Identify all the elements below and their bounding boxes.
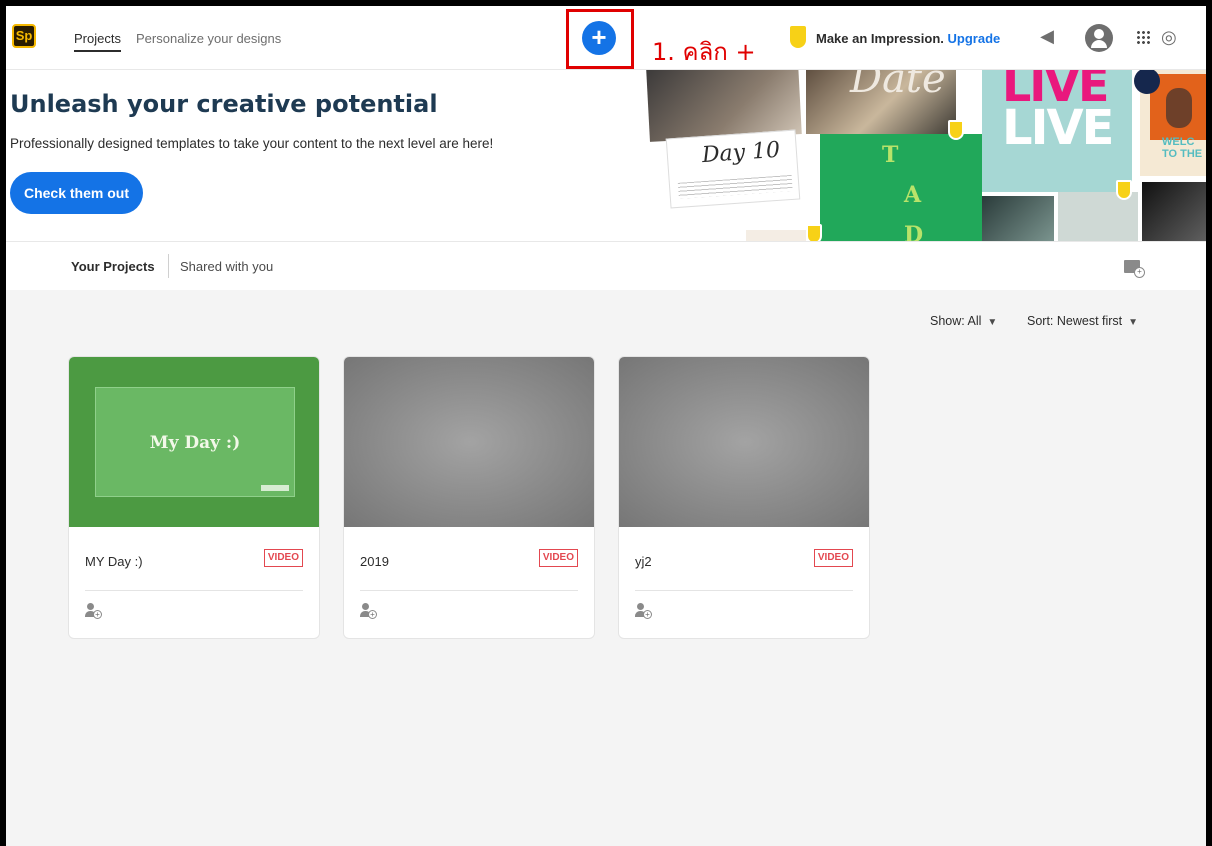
project-name: yj2 [635, 554, 652, 569]
card-divider [85, 590, 303, 591]
project-card[interactable]: 2019 VIDEO + [343, 356, 595, 639]
apps-grid-icon[interactable] [1136, 30, 1150, 44]
tab-shared-with-you[interactable]: Shared with you [180, 259, 273, 274]
template-thumb: Date [806, 70, 956, 134]
annotation-label: 1. คลิก + [652, 38, 756, 66]
template-thumb [1142, 182, 1206, 241]
premium-badge-icon [948, 120, 964, 140]
project-thumbnail[interactable] [619, 357, 869, 527]
new-folder-icon[interactable] [1124, 260, 1145, 278]
project-name: MY Day :) [85, 554, 143, 569]
hero-title: Unleash your creative potential [10, 90, 438, 118]
template-script-text: Date [850, 70, 946, 102]
project-type-badge: VIDEO [813, 549, 853, 567]
creative-cloud-icon[interactable]: ◎ [1161, 26, 1183, 48]
app-window: Sp Projects Personalize your designs + 1… [6, 6, 1206, 846]
projects-area: Show: All ▼ Sort: Newest first ▼ My Day :)… [6, 290, 1206, 846]
premium-crown-icon [790, 26, 806, 48]
template-live-text: LIVE [1002, 100, 1114, 156]
template-day-text: Day 10 [701, 137, 781, 169]
template-letter: A [904, 182, 922, 208]
template-thumb [746, 230, 806, 241]
sort-dropdown[interactable]: Sort: Newest first ▼ [1027, 314, 1138, 328]
project-name: 2019 [360, 554, 389, 569]
hero-banner: Unleash your creative potential Professi… [6, 70, 1206, 242]
template-letter: D [904, 222, 924, 242]
card-divider [635, 590, 853, 591]
template-collage[interactable]: Day 10 Date T A D LIVE LIVE WELC TO THE [646, 70, 1206, 242]
nav-tab-personalize[interactable]: Personalize your designs [136, 31, 281, 46]
thumbnail-title: My Day :) [149, 433, 241, 453]
show-filter-label: Show: All [930, 314, 982, 328]
chevron-down-icon: ▼ [1128, 317, 1139, 328]
project-thumbnail[interactable]: My Day :) [69, 357, 319, 527]
upgrade-link[interactable]: Upgrade [948, 31, 1001, 46]
show-filter-dropdown[interactable]: Show: All ▼ [930, 314, 997, 328]
template-welcome-text: WELC TO THE [1162, 136, 1203, 160]
project-card[interactable]: My Day :) MY Day :) VIDEO + [68, 356, 320, 639]
annotation-highlight-box [566, 9, 634, 69]
template-thumb: T A D [820, 134, 982, 242]
project-type-badge: VIDEO [263, 549, 303, 567]
sort-label: Sort: Newest first [1027, 314, 1123, 328]
template-letter: T [882, 142, 899, 168]
add-collaborator-icon[interactable]: + [635, 603, 652, 619]
megaphone-icon[interactable]: ◀ [1035, 24, 1059, 48]
add-collaborator-icon[interactable]: + [360, 603, 377, 619]
project-tabs: Your Projects Shared with you [6, 242, 1206, 290]
premium-text: Make an Impression. [816, 31, 944, 46]
thumbnail-watermark [261, 485, 289, 491]
hero-subtitle: Professionally designed templates to tak… [10, 136, 494, 151]
tab-your-projects[interactable]: Your Projects [71, 259, 155, 274]
chevron-down-icon: ▼ [987, 317, 998, 328]
card-divider [360, 590, 578, 591]
premium-badge-icon [1116, 180, 1132, 200]
spark-logo[interactable]: Sp [12, 24, 36, 48]
tab-divider [168, 254, 169, 278]
check-them-out-button[interactable]: Check them out [10, 172, 143, 214]
template-thumb: LIVE LIVE [982, 70, 1132, 192]
project-type-badge: VIDEO [538, 549, 578, 567]
nav-tab-projects[interactable]: Projects [74, 31, 121, 52]
template-body-lines [677, 174, 793, 199]
project-card[interactable]: yj2 VIDEO + [618, 356, 870, 639]
thumbnail-slide: My Day :) [95, 387, 295, 497]
premium-promo: Make an Impression. Upgrade [816, 31, 1000, 46]
template-thumb [982, 196, 1054, 241]
add-collaborator-icon[interactable]: + [85, 603, 102, 619]
premium-badge-icon [806, 224, 822, 241]
avatar-icon[interactable] [1085, 24, 1113, 52]
template-thumb: Day 10 [665, 129, 801, 209]
top-bar: Sp Projects Personalize your designs + 1… [6, 6, 1206, 70]
project-thumbnail[interactable] [344, 357, 594, 527]
